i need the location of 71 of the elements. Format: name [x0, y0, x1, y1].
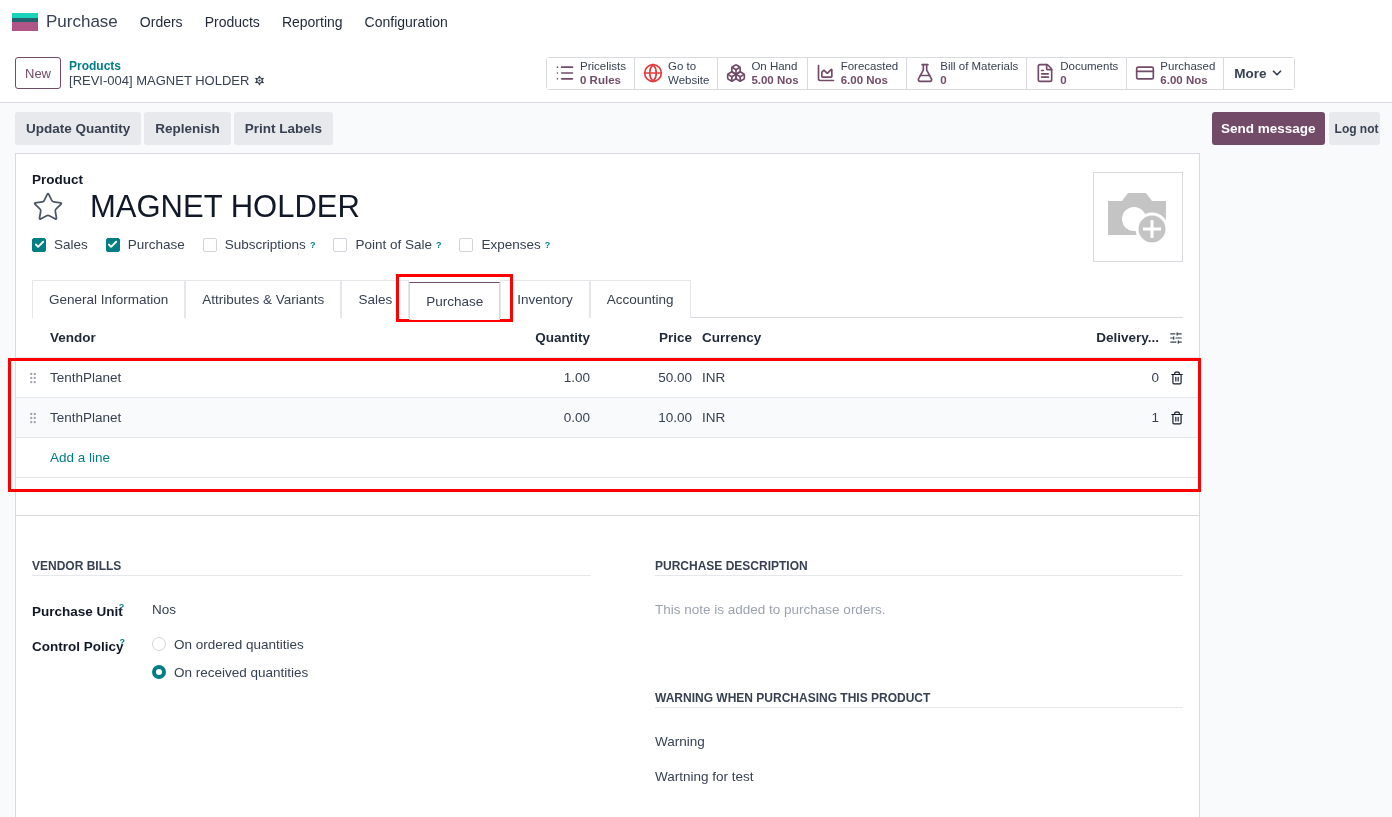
menu-item[interactable]: Configuration [364, 14, 448, 30]
checkbox[interactable] [32, 237, 46, 252]
field-label: Control Policy$^{?}$ [32, 636, 126, 653]
checkbox-label: Purchase [127, 237, 185, 252]
globe-icon [643, 63, 664, 83]
delete-icon[interactable] [1170, 410, 1184, 425]
table-cell-text: 0 [1150, 370, 1159, 385]
field-label: Purchase Unit$^{?}$ [32, 602, 126, 619]
product-name: MAGNET HOLDER [90, 189, 360, 225]
column-header[interactable]: Currency [692, 330, 1039, 345]
action-button[interactable]: Update Quantity [15, 112, 142, 145]
breadcrumb-link[interactable]: Products [69, 58, 479, 73]
table-cell-text: 10.00 [657, 410, 692, 425]
stat-button[interactable]: Pricelists 0 Rules [547, 57, 636, 89]
menu-item[interactable]: Orders [139, 14, 183, 30]
credit-card-icon [1135, 63, 1156, 83]
action-button[interactable]: Replenish [144, 112, 231, 145]
table-cell-text: 0.00 [562, 410, 590, 425]
table-cell-text: 50.00 [657, 370, 692, 385]
column-settings-icon[interactable] [1169, 330, 1183, 345]
tab[interactable]: Purchase [409, 282, 501, 320]
checkbox-label: Subscriptions [224, 237, 306, 252]
delete-icon[interactable] [1170, 370, 1184, 385]
section-title: PURCHASE DESCRIPTION [655, 553, 1183, 576]
boxes-icon [726, 63, 747, 83]
list-icon [555, 63, 575, 83]
app-logo-icon[interactable] [12, 13, 38, 31]
tab[interactable]: Inventory [500, 280, 590, 318]
field-label: Product [32, 172, 84, 187]
section-title: VENDOR BILLS [32, 553, 591, 576]
checkbox-label: Expenses [481, 237, 541, 252]
settings-icon[interactable] [253, 73, 267, 87]
area-chart-icon [815, 63, 836, 83]
new-button[interactable]: New [15, 57, 61, 89]
action-button[interactable]: Print Labels [233, 112, 334, 145]
menu-item[interactable]: Products [204, 14, 260, 30]
radio-button[interactable] [152, 665, 166, 679]
document-icon [1035, 63, 1056, 83]
column-header[interactable]: Vendor [50, 330, 430, 345]
tab[interactable]: Sales [341, 280, 410, 318]
checkbox-label: Sales [54, 237, 88, 252]
table-cell-text: 1 [1150, 410, 1159, 425]
table-cell-text: INR [701, 370, 727, 385]
app-name[interactable]: Purchase [46, 12, 118, 32]
field-value: Wartning for test [655, 769, 755, 784]
table-cell-text: TenthPlanet [50, 410, 123, 425]
tab[interactable]: Accounting [589, 280, 691, 318]
record-title: [REVI-004] MAGNET HOLDER [69, 72, 250, 88]
field-value: Nos [152, 602, 177, 617]
radio-label: On received quantities [174, 664, 309, 680]
radio-label: On ordered quantities [174, 636, 304, 652]
help-mark[interactable]: ? [435, 239, 442, 250]
help-mark[interactable]: ? [544, 239, 551, 250]
table-cell-text: TenthPlanet [50, 370, 123, 385]
send-message-button[interactable]: Send message [1212, 112, 1325, 145]
column-header[interactable]: Delivery... [1039, 330, 1159, 345]
tab[interactable]: Attributes & Variants [185, 280, 342, 318]
table-cell-text: INR [701, 410, 727, 425]
section-title: WARNING WHEN PURCHASING THIS PRODUCT [655, 685, 1183, 708]
add-line-link[interactable]: Add a line [50, 450, 111, 465]
help-mark[interactable]: ? [309, 239, 316, 250]
menu-item[interactable]: Reporting [281, 14, 343, 30]
table-cell-text: 1.00 [562, 370, 590, 385]
checkbox[interactable] [105, 237, 120, 252]
tab[interactable]: General Information [32, 280, 186, 318]
log-note-button[interactable]: Log not [1328, 112, 1380, 145]
field-value: Warning [655, 734, 706, 749]
column-header[interactable]: Quantity [430, 330, 590, 345]
column-header[interactable]: Price [590, 330, 692, 345]
star-icon[interactable] [32, 191, 64, 223]
checkbox-label: Point of Sale [355, 237, 432, 252]
